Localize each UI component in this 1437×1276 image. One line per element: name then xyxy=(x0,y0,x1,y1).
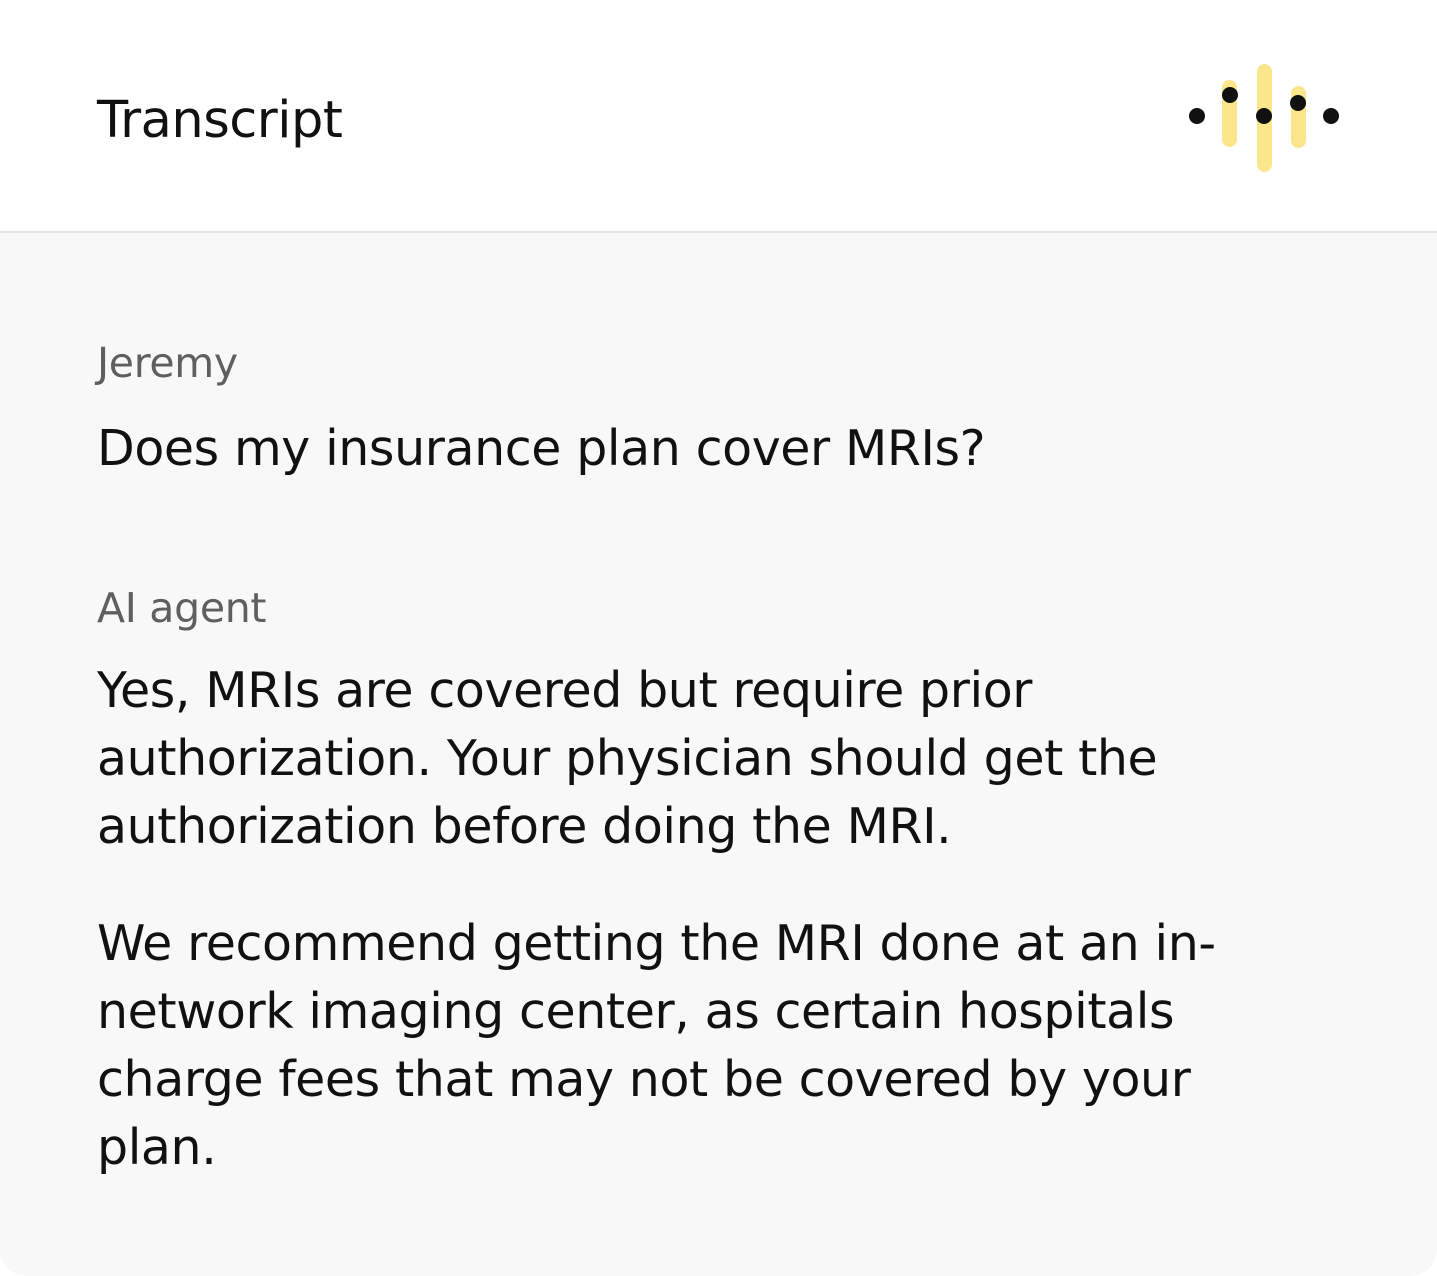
user-message: Does my insurance plan cover MRIs? xyxy=(97,420,986,477)
transcript-card: Transcript Jeremy Does my insurance plan… xyxy=(0,0,1437,1276)
speaker-name-agent: AI agent xyxy=(97,584,267,632)
transcript-header: Transcript xyxy=(0,0,1437,233)
transcript-body: Jeremy Does my insurance plan cover MRIs… xyxy=(0,233,1437,1276)
page-title: Transcript xyxy=(97,91,343,150)
voice-waveform-icon xyxy=(1189,64,1339,172)
agent-message-paragraph-2: We recommend getting the MRI done at an … xyxy=(97,915,1216,1176)
agent-message-paragraph-1: Yes, MRIs are covered but require prior … xyxy=(97,662,1158,855)
speaker-name-user: Jeremy xyxy=(97,339,238,387)
